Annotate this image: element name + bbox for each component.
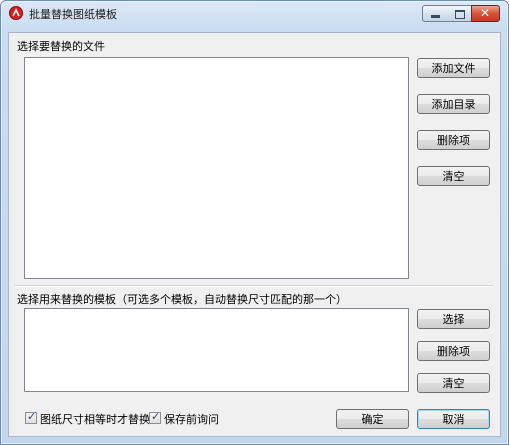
templates-listbox[interactable] — [24, 308, 409, 392]
files-section-label: 选择要替换的文件 — [17, 40, 105, 53]
window-title: 批量替换图纸模板 — [29, 8, 117, 21]
maximize-button[interactable] — [447, 5, 472, 22]
clear-templates-button[interactable]: 清空 — [417, 373, 490, 393]
same-size-only-label[interactable]: 图纸尺寸相等时才替换 — [40, 411, 150, 427]
dialog-window: 批量替换图纸模板 ✕ 选择要替换的文件 添加文件 添加目录 删除项 清空 选择用… — [0, 0, 509, 445]
delete-template-item-button[interactable]: 删除项 — [417, 341, 490, 361]
ok-button[interactable]: 确定 — [336, 409, 409, 429]
add-file-button[interactable]: 添加文件 — [417, 58, 490, 78]
section-divider — [15, 285, 493, 287]
ask-before-save-checkbox[interactable]: ✓ — [149, 410, 161, 424]
template-section-label: 选择用来替换的模板（可选多个模板，自动替换尺寸匹配的那一个） — [17, 293, 347, 306]
app-logo-icon — [9, 6, 23, 20]
close-icon: ✕ — [480, 6, 491, 20]
cancel-button[interactable]: 取消 — [417, 409, 490, 429]
clear-files-button[interactable]: 清空 — [417, 166, 490, 186]
add-directory-button[interactable]: 添加目录 — [417, 94, 490, 114]
select-template-button[interactable]: 选择 — [417, 309, 490, 329]
checkmark-icon: ✓ — [27, 410, 37, 423]
minimize-icon — [431, 15, 440, 18]
dialog-client-area: 选择要替换的文件 添加文件 添加目录 删除项 清空 选择用来替换的模板（可选多个… — [8, 32, 501, 437]
maximize-icon — [455, 10, 465, 19]
delete-file-item-button[interactable]: 删除项 — [417, 130, 490, 150]
title-bar[interactable]: 批量替换图纸模板 ✕ — [1, 1, 508, 25]
minimize-button[interactable] — [422, 5, 448, 22]
same-size-only-checkbox[interactable]: ✓ — [25, 410, 37, 424]
ask-before-save-label[interactable]: 保存前询问 — [164, 411, 219, 427]
files-listbox[interactable] — [24, 57, 409, 279]
close-button[interactable]: ✕ — [471, 5, 500, 22]
checkmark-icon: ✓ — [151, 410, 161, 423]
